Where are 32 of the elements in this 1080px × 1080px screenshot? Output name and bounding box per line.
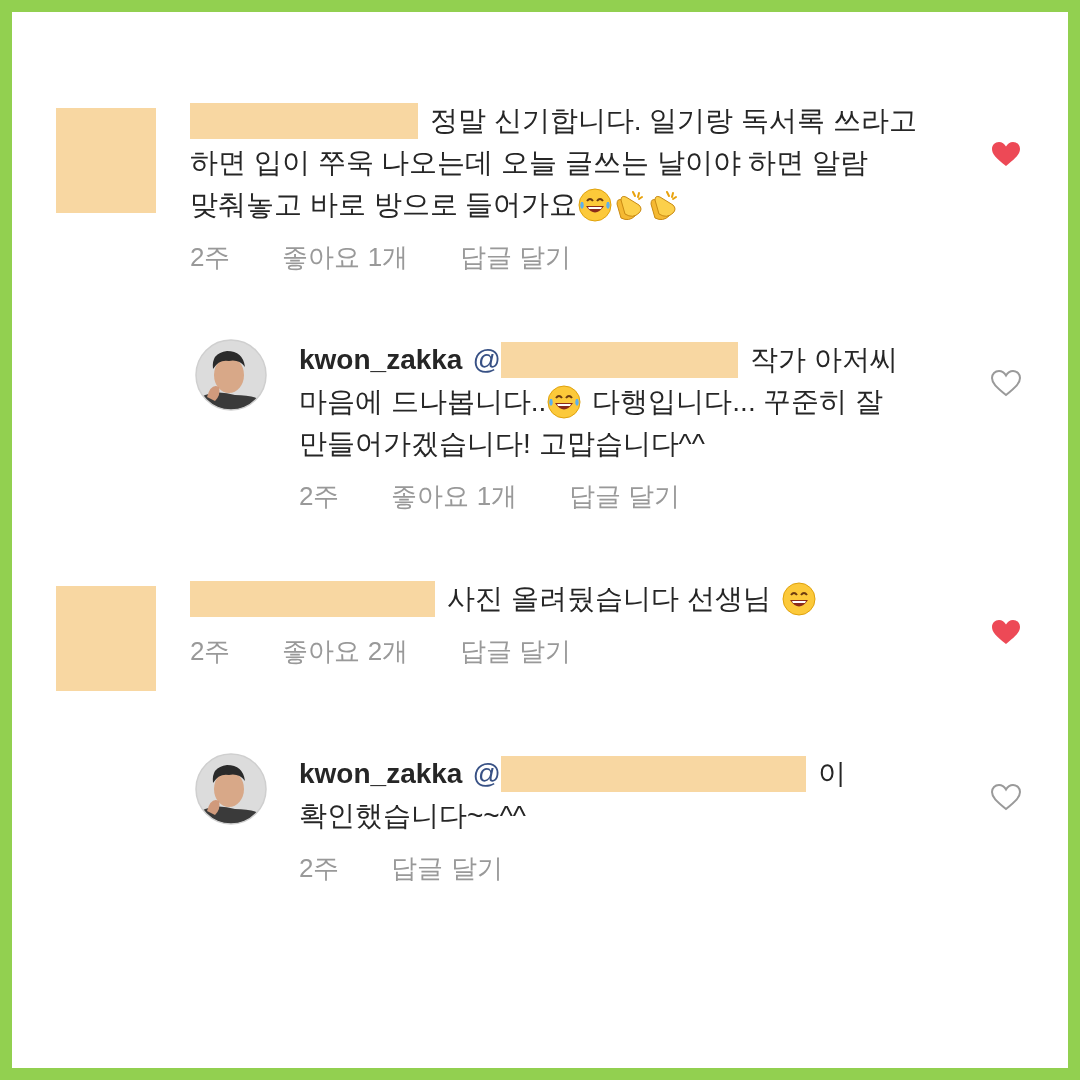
time-label: 2주 [299,852,340,885]
username[interactable]: kwon_zakka [299,339,463,381]
comment-text: 마음에 드나봅니다.. [299,385,547,419]
heart-icon[interactable] [990,140,1022,168]
comment-text: 작가 아저씨 [749,343,898,377]
reply-link[interactable]: 답글 달기 [460,632,572,671]
likes-link[interactable]: 좋아요 1개 [282,238,409,277]
time-label: 2주 [190,635,231,668]
time-label: 2주 [190,241,231,274]
comment-text: 정말 신기합니다. 일기랑 독서록 쓰라고 [430,104,917,138]
mention-symbol: @ [472,343,501,377]
reply-link[interactable]: 답글 달기 [460,238,572,277]
likes-link[interactable]: 좋아요 1개 [391,477,518,516]
comment-text: 확인했습니다~~^^ [299,799,526,833]
comment-text: 사진 올려뒀습니다 선생님 [447,582,771,616]
time-label: 2주 [299,480,340,513]
heart-icon[interactable] [990,618,1022,646]
comment-text: 이 [817,757,846,791]
comment-text: 다행입니다... 꾸준히 잘 [592,385,884,419]
laughing-face-icon [546,384,583,420]
grinning-face-icon [780,581,817,617]
heart-icon[interactable] [990,369,1022,397]
mention-symbol: @ [472,757,501,791]
comment-text: 맞춰놓고 바로 방으로 들어가요 [190,188,578,222]
comment-text: 하면 입이 쭈욱 나오는데 오늘 글쓰는 날이야 하면 알람 [190,146,869,180]
likes-link[interactable]: 좋아요 2개 [282,632,409,671]
reply-link[interactable]: 답글 달기 [569,477,681,516]
laughing-face-icon [577,187,614,223]
username[interactable]: kwon_zakka [299,753,463,795]
heart-icon[interactable] [990,783,1022,811]
comment-text: 만들어가겠습니다! 고맙습니다^^ [299,427,705,461]
reply-link[interactable]: 답글 달기 [391,849,503,888]
